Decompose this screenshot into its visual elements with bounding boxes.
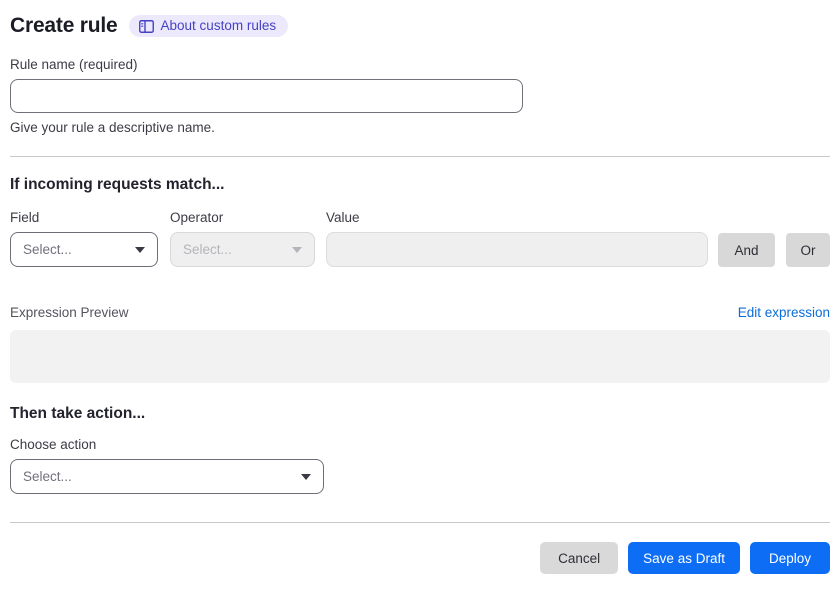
match-condition-row: Field Select... Operator Select... Value…: [10, 210, 830, 267]
field-label: Field: [10, 210, 40, 225]
cancel-button[interactable]: Cancel: [540, 542, 619, 574]
chevron-down-icon: [292, 246, 302, 253]
deploy-button[interactable]: Deploy: [749, 542, 830, 574]
field-select-value: Select...: [23, 242, 72, 257]
chevron-down-icon: [301, 473, 311, 480]
value-input: [326, 232, 708, 267]
operator-select-value: Select...: [183, 242, 232, 257]
choose-action-select[interactable]: Select...: [10, 459, 324, 494]
page-header: Create rule About custom rules: [10, 10, 830, 42]
rule-name-help-text: Give your rule a descriptive name.: [10, 120, 215, 135]
match-section-heading: If incoming requests match...: [10, 176, 225, 193]
create-rule-page: Create rule About custom rules Rule name…: [0, 0, 839, 574]
about-custom-rules-link[interactable]: About custom rules: [128, 15, 289, 37]
field-select[interactable]: Select...: [10, 232, 158, 267]
choose-action-label: Choose action: [10, 437, 97, 452]
rule-name-input[interactable]: [10, 79, 523, 113]
expression-preview-box: [10, 330, 830, 383]
field-group: Field Select...: [10, 210, 158, 267]
section-divider-bottom: [10, 522, 830, 523]
docs-icon: [138, 19, 154, 33]
value-group: Value: [326, 210, 708, 267]
rule-name-label: Rule name (required): [10, 57, 138, 72]
page-title: Create rule: [10, 14, 118, 37]
about-custom-rules-label: About custom rules: [160, 18, 277, 34]
and-button[interactable]: And: [718, 233, 775, 267]
save-as-draft-button[interactable]: Save as Draft: [628, 542, 740, 574]
expression-preview-row: Expression Preview Edit expression: [10, 305, 830, 320]
footer-actions: Cancel Save as Draft Deploy: [10, 542, 830, 574]
operator-group: Operator Select...: [170, 210, 315, 267]
action-section-heading: Then take action...: [10, 405, 146, 422]
and-or-buttons: And Or: [718, 210, 830, 267]
operator-label: Operator: [170, 210, 224, 225]
edit-expression-link[interactable]: Edit expression: [738, 305, 830, 320]
choose-action-select-value: Select...: [23, 469, 72, 484]
operator-select: Select...: [170, 232, 315, 267]
value-label: Value: [326, 210, 360, 225]
chevron-down-icon: [135, 246, 145, 253]
or-button[interactable]: Or: [786, 233, 830, 267]
expression-preview-label: Expression Preview: [10, 305, 129, 320]
section-divider-top: [10, 156, 830, 157]
